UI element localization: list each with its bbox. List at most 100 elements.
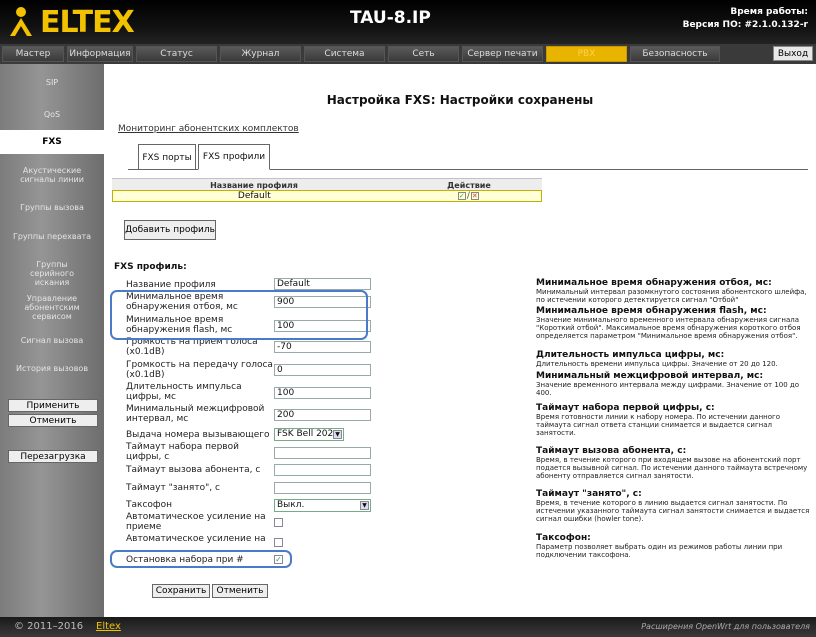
header-info: Время работы: Версия ПО: #2.1.0.132-r — [683, 6, 808, 32]
profile-name-input[interactable]: Default — [274, 278, 371, 290]
monitor-link[interactable]: Мониторинг абонентских комплектов — [118, 124, 299, 134]
profile-table-header: Название профиля Действие — [112, 178, 542, 190]
agc-tx-checkbox[interactable] — [274, 538, 283, 547]
menu-pbx[interactable]: PBX — [546, 46, 627, 62]
page-title: Настройка FXS: Настройки сохранены — [326, 93, 594, 107]
copyright: © 2011–2016 — [14, 621, 84, 632]
profile-table: Название профиля Действие Default ✓ / ✕ — [112, 178, 542, 202]
tab-fxs-ports[interactable]: FXS порты — [138, 144, 196, 170]
help-title-ring-timeout: Таймаут вызова абонента, с: — [536, 446, 687, 456]
sidebar: SIP QoS FXS Акустические сигналы линии Г… — [0, 64, 104, 617]
help-title-payphone: Таксофон: — [536, 533, 591, 543]
payphone-select[interactable]: Выкл. ▼ — [274, 499, 371, 512]
help-title-onhook: Минимальное время обнаружения отбоя, мс: — [536, 278, 772, 288]
rx-gain-input[interactable]: -70 — [274, 341, 371, 353]
field-payphone-label: Таксофон — [126, 500, 172, 510]
header: ELTEX TAU-8.IP Время работы: Версия ПО: … — [0, 0, 816, 44]
field-busy-timeout-label: Таймаут "занято", с — [126, 483, 220, 493]
apply-button[interactable]: Применить — [8, 399, 98, 412]
agc-rx-checkbox[interactable] — [274, 518, 283, 527]
help-text-pulse: Длительность времени импульса цифры. Зна… — [536, 360, 778, 368]
field-rx-gain-label: Громкость на прием голоса (x0.1dB) — [126, 337, 258, 357]
field-ring-timeout-label: Таймаут вызова абонента, с — [126, 465, 261, 475]
sidebar-item-qos[interactable]: QoS — [0, 110, 104, 119]
interdigit-input[interactable]: 200 — [274, 409, 371, 421]
product-name: TAU-8.IP — [350, 8, 431, 28]
caller-id-select[interactable]: FSK Bell 202 ▼ — [274, 428, 344, 441]
logo-text: ELTEX — [40, 4, 135, 40]
menu-print-server[interactable]: Сервер печати — [462, 46, 543, 62]
footer: © 2011–2016 Eltex Расширения OpenWrt для… — [0, 617, 816, 637]
chevron-down-icon: ▼ — [360, 501, 369, 510]
menu-status[interactable]: Статус — [136, 46, 217, 62]
payphone-value: Выкл. — [277, 500, 305, 510]
sidebar-cancel-button[interactable]: Отменить — [8, 414, 98, 427]
sidebar-item-hunt-groups[interactable]: Группы серийного искания — [0, 260, 104, 287]
field-agc-rx-label: Автоматическое усиление на приеме — [126, 512, 266, 532]
field-profile-name-label: Название профиля — [126, 280, 216, 290]
highlight-stop-dial — [110, 550, 292, 568]
help-text-interdigit: Значение временного интервала между цифр… — [536, 381, 800, 397]
menu-log[interactable]: Журнал — [220, 46, 301, 62]
fxs-profile-label: FXS профиль: — [114, 262, 187, 272]
sidebar-item-ring-signal[interactable]: Сигнал вызова — [0, 336, 104, 345]
help-text-flash: Значение минимального временного интерва… — [536, 316, 801, 340]
chevron-down-icon: ▼ — [333, 430, 342, 439]
save-button[interactable]: Сохранить — [152, 584, 210, 598]
menu-system[interactable]: Система — [304, 46, 385, 62]
help-text-busy-timeout: Время, в течение которого в линию выдает… — [536, 499, 810, 523]
help-title-first-digit: Таймаут набора первой цифры, с: — [536, 403, 715, 413]
cancel-button[interactable]: Отменить — [212, 584, 268, 598]
col-action: Действие — [447, 180, 491, 190]
help-text-ring-timeout: Время, в течение которого при входящем в… — [536, 456, 808, 480]
menu-master[interactable]: Мастер — [2, 46, 64, 62]
sidebar-item-call-history[interactable]: История вызовов — [0, 364, 104, 373]
help-title-busy-timeout: Таймаут "занято", с: — [536, 489, 642, 499]
col-profile-name: Название профиля — [210, 180, 298, 190]
reboot-button[interactable]: Перезагрузка — [8, 450, 98, 463]
exit-button[interactable]: Выход — [773, 46, 813, 61]
tab-fxs-profiles[interactable]: FXS профили — [198, 144, 270, 170]
sidebar-item-fxs[interactable]: FXS — [0, 130, 104, 154]
profile-name-cell: Default — [237, 191, 271, 201]
menu-security[interactable]: Безопасность — [630, 46, 720, 62]
help-text-onhook: Минимальный интервал разомкнутого состоя… — [536, 288, 807, 304]
help-title-interdigit: Минимальный межцифровой интервал, мс: — [536, 371, 764, 381]
help-title-flash: Минимальное время обнаружения flash, мс: — [536, 306, 767, 316]
tx-gain-input[interactable]: 0 — [274, 364, 371, 376]
field-caller-id-label: Выдача номера вызывающего — [126, 430, 270, 440]
caller-id-value: FSK Bell 202 — [277, 429, 334, 439]
sidebar-item-call-groups[interactable]: Группы вызова — [0, 203, 104, 212]
field-tx-gain-label: Громкость на передачу голоса (x0.1dB) — [126, 360, 273, 380]
eltex-link[interactable]: Eltex — [96, 621, 121, 632]
pulse-duration-input[interactable]: 100 — [274, 387, 371, 399]
field-first-digit-timeout-label: Таймаут набора первой цифры, с — [126, 442, 239, 462]
sidebar-item-subscriber-service[interactable]: Управление абонентским сервисом — [0, 294, 104, 321]
field-agc-tx-label: Автоматическое усиление на передаче — [126, 534, 266, 546]
sidebar-item-sip[interactable]: SIP — [0, 78, 104, 87]
top-menu: Мастер Информация Статус Журнал Система … — [0, 44, 816, 64]
field-interdigit-label: Минимальный межцифровой интервал, мс — [126, 404, 265, 424]
busy-timeout-input[interactable] — [274, 482, 371, 494]
sidebar-item-pickup-groups[interactable]: Группы перехвата — [0, 232, 104, 241]
sidebar-item-acoustic[interactable]: Акустические сигналы линии — [0, 166, 104, 184]
profile-action-cell: ✓ / ✕ — [457, 191, 479, 201]
field-pulse-duration-label: Длительность импульса цифры, мс — [126, 382, 242, 402]
first-digit-timeout-input[interactable] — [274, 447, 371, 459]
eltex-logo: ELTEX — [6, 4, 135, 40]
delete-icon[interactable]: ✕ — [470, 192, 479, 200]
menu-network[interactable]: Сеть — [388, 46, 459, 62]
edit-icon[interactable]: ✓ — [457, 192, 466, 200]
menu-info[interactable]: Информация — [67, 46, 133, 62]
add-profile-button[interactable]: Добавить профиль — [124, 220, 216, 240]
eltex-logo-icon — [6, 6, 36, 38]
main-content: Настройка FXS: Настройки сохранены Монит… — [104, 64, 816, 617]
help-text-payphone: Параметр позволяет выбрать один из режим… — [536, 543, 783, 559]
firmware-version: Версия ПО: #2.1.0.132-r — [682, 20, 808, 30]
table-row[interactable]: Default ✓ / ✕ — [112, 190, 542, 202]
help-title-pulse: Длительность импульса цифры, мс: — [536, 350, 725, 360]
openwrt-text: Расширения OpenWrt для пользователя — [641, 622, 810, 631]
help-text-first-digit: Время готовности линии к набору номера. … — [536, 413, 780, 437]
highlight-timing — [110, 290, 368, 340]
ring-timeout-input[interactable] — [274, 464, 371, 476]
